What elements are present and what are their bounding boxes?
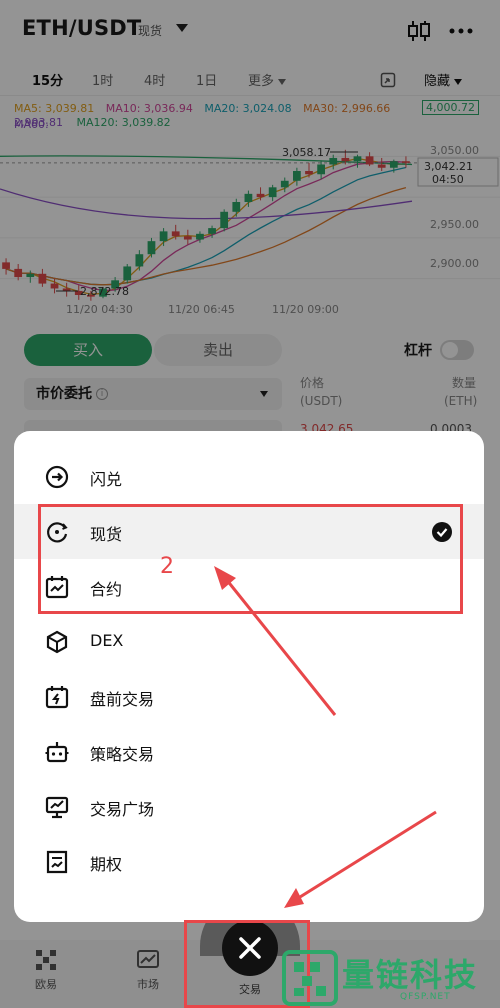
watermark-url: QFSP.NET: [400, 992, 451, 1002]
watermark-text: 量链科技: [342, 956, 479, 994]
annotation-arrows: [214, 566, 437, 908]
